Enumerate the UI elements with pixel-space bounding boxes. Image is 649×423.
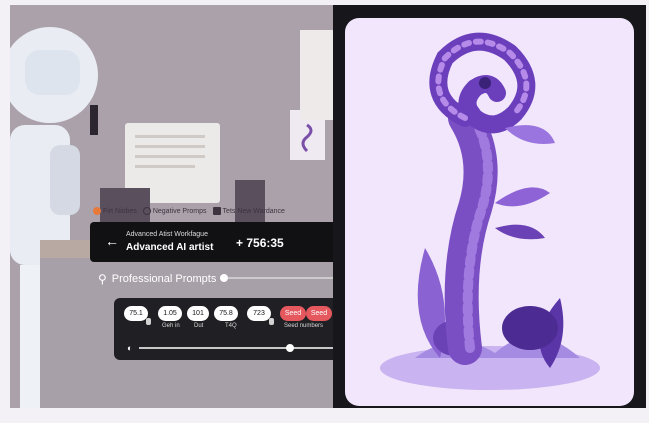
bottom-slider-handle[interactable] bbox=[286, 344, 295, 352]
tab-negative-prompts[interactable]: Negative Promps bbox=[142, 207, 207, 215]
seed-right-label: Seed bbox=[310, 310, 328, 317]
param-chip[interactable]: 75.1 bbox=[124, 306, 148, 321]
tab-first[interactable]: Firt Niobes bbox=[93, 207, 137, 215]
workspace-title: Advanced AI artist bbox=[126, 242, 214, 253]
seed-numbers-label: Seed numbers bbox=[284, 323, 324, 329]
tab-negative-label: Negative Promps bbox=[152, 207, 207, 215]
brightness-icon: ◐ bbox=[127, 343, 133, 353]
tab-new-wardance[interactable]: Tets New Wardance bbox=[212, 207, 285, 215]
grid-icon bbox=[212, 207, 221, 215]
seed-button-left[interactable]: Seed bbox=[280, 306, 306, 321]
score-value: + 756:35 bbox=[236, 236, 284, 250]
pointer-icon bbox=[269, 318, 274, 325]
param-chip[interactable]: 101 bbox=[187, 306, 209, 321]
info-icon bbox=[142, 207, 151, 215]
param-chip[interactable]: 75.8 bbox=[214, 306, 238, 321]
search-icon: ⚲ bbox=[98, 272, 107, 286]
screen: Firt Niobes Negative Promps Tets New War… bbox=[0, 0, 649, 423]
param-label: Dut bbox=[194, 323, 204, 329]
prompts-slider-track[interactable] bbox=[228, 277, 333, 279]
pointer-icon bbox=[146, 318, 151, 325]
param-label: Geh in bbox=[162, 323, 180, 329]
param-value: 75.8 bbox=[219, 310, 233, 317]
seed-button-right[interactable]: Seed bbox=[306, 306, 332, 321]
workspace-header: ← Advanced Atist Workfague Advanced AI a… bbox=[90, 222, 333, 262]
seed-left-label: Seed bbox=[284, 310, 302, 317]
tab-bar: Firt Niobes Negative Promps Tets New War… bbox=[93, 203, 333, 219]
param-label: T4Q bbox=[225, 323, 237, 329]
param-value: 723 bbox=[253, 310, 265, 317]
prompts-label: Professional Prompts bbox=[111, 273, 217, 285]
tab-wardance-label: Tets New Wardance bbox=[222, 207, 285, 215]
back-arrow-icon[interactable]: ← bbox=[105, 233, 119, 249]
bottom-slider-track[interactable] bbox=[139, 347, 333, 349]
tab-first-label: Firt Niobes bbox=[103, 207, 137, 215]
workspace-subtitle: Advanced Atist Workfague bbox=[126, 231, 208, 238]
param-value: 101 bbox=[192, 310, 204, 317]
prompts-search-row[interactable]: ⚲ Professional Prompts bbox=[98, 270, 333, 288]
param-chip[interactable]: 1.05 bbox=[158, 306, 182, 321]
param-value: 75.1 bbox=[129, 310, 143, 317]
param-chip[interactable]: 723 bbox=[247, 306, 271, 321]
fiddlehead-artwork bbox=[380, 32, 600, 390]
param-value: 1.05 bbox=[163, 310, 177, 317]
palette-icon bbox=[93, 207, 101, 215]
artwork-card[interactable] bbox=[345, 18, 634, 406]
prompts-slider-handle[interactable] bbox=[220, 274, 228, 282]
bottom-slider[interactable]: ◐ bbox=[127, 343, 333, 353]
